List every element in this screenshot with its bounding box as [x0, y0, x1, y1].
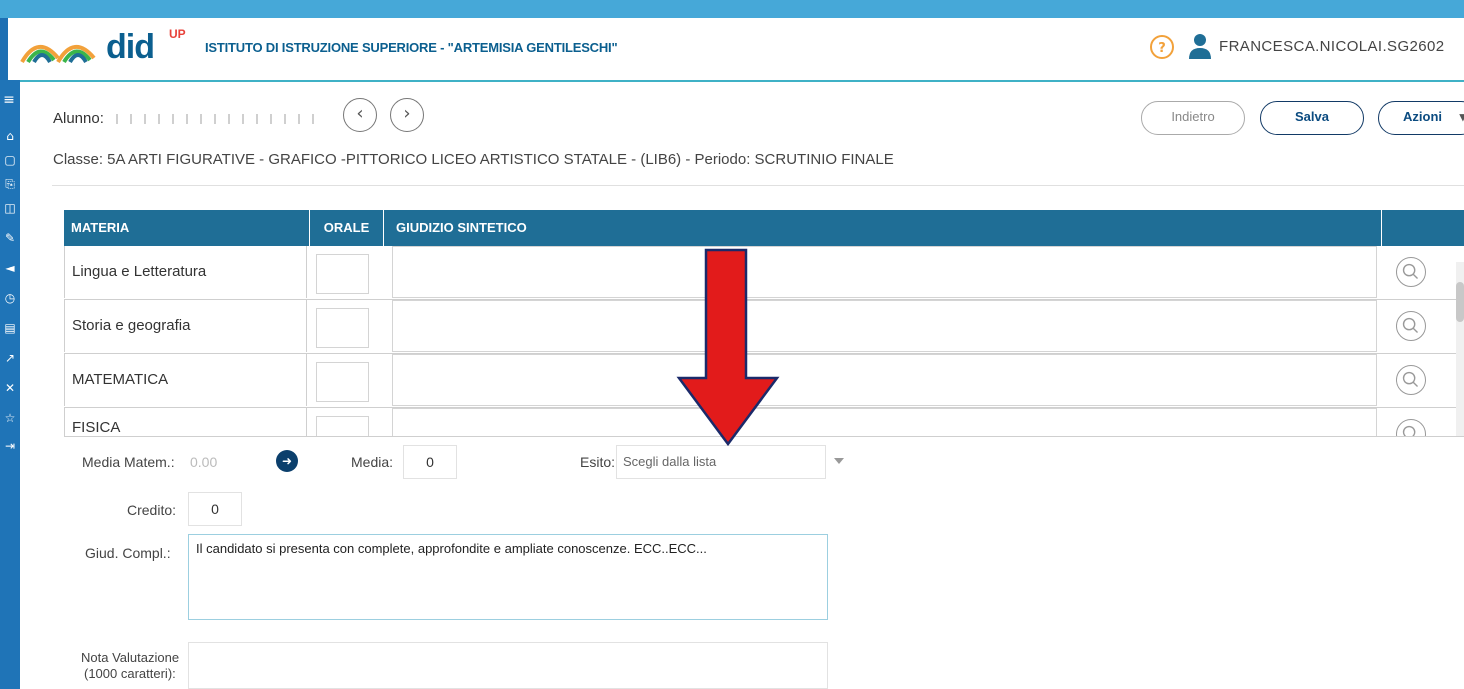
chevron-down-icon[interactable]: [834, 458, 844, 464]
orale-input[interactable]: [316, 416, 369, 436]
share-icon[interactable]: ↗: [2, 350, 18, 366]
calendar-icon[interactable]: ▢: [2, 152, 18, 168]
chevron-down-icon: ▾: [1459, 109, 1464, 124]
orale-input[interactable]: [316, 362, 369, 402]
user-icon: [1189, 34, 1211, 59]
search-icon[interactable]: [1396, 257, 1426, 287]
app-window: did UP ISTITUTO DI ISTRUZIONE SUPERIORE …: [0, 18, 1464, 689]
giudizio-input[interactable]: [392, 354, 1377, 406]
username[interactable]: FRANCESCA.NICOLAI.SG2602: [1219, 38, 1445, 55]
back-button[interactable]: Indietro: [1141, 101, 1245, 135]
subject-name: Lingua e Letteratura: [64, 246, 307, 298]
previous-student-button[interactable]: ‹: [343, 98, 377, 132]
media-matem-value: 0.00: [190, 454, 218, 470]
credito-field[interactable]: 0: [188, 492, 242, 526]
divider: [52, 185, 1464, 186]
nota-label-line1: Nota Valutazione: [81, 650, 180, 665]
megaphone-icon[interactable]: ◄: [2, 260, 18, 276]
actions-button[interactable]: Azioni ▾: [1378, 101, 1464, 135]
app-header: did UP ISTITUTO DI ISTRUZIONE SUPERIORE …: [8, 18, 1464, 82]
orale-input[interactable]: [316, 308, 369, 348]
exit-icon[interactable]: ⇥: [2, 438, 18, 454]
side-navigation: ≡ ⌂ ▢ ⎘ ◫ ✎ ◄ ◷ ▤ ↗ ✕ ☆ ⇥: [0, 80, 20, 689]
book-icon[interactable]: ◫: [2, 200, 18, 216]
media-field[interactable]: 0: [403, 445, 457, 479]
annotation-arrow-icon: [676, 248, 780, 446]
home-icon[interactable]: ⌂: [2, 128, 18, 144]
giudizio-input[interactable]: [392, 246, 1377, 298]
menu-icon[interactable]: ≡: [1, 92, 17, 108]
tools-icon[interactable]: ✕: [2, 380, 18, 396]
chevron-right-icon: ›: [403, 103, 411, 124]
next-student-button[interactable]: ›: [390, 98, 424, 132]
subject-name: FISICA: [64, 408, 307, 436]
class-info: Classe: 5A ARTI FIGURATIVE - GRAFICO -PI…: [53, 151, 894, 168]
col-orale: ORALE: [310, 210, 384, 246]
register-icon[interactable]: ⎘: [2, 176, 18, 192]
giudizio-input[interactable]: [392, 408, 1377, 436]
esito-label: Esito:: [580, 454, 616, 470]
grades-icon[interactable]: ✎: [2, 230, 18, 246]
nota-label-line2: (1000 caratteri):: [84, 666, 176, 681]
media-matem-label: Media Matem.:: [82, 454, 175, 470]
save-button[interactable]: Salva: [1260, 101, 1364, 135]
browser-top-strip: [0, 0, 1464, 18]
esito-select[interactable]: Scegli dalla lista: [616, 445, 826, 479]
orale-input[interactable]: [316, 254, 369, 294]
nota-valutazione-textarea[interactable]: [188, 642, 828, 689]
col-actions: [1382, 210, 1464, 246]
search-icon[interactable]: [1396, 419, 1426, 436]
student-label: Alunno:: [53, 110, 104, 127]
giud-compl-label: Giud. Compl.:: [85, 545, 171, 561]
chevron-left-icon: ‹: [356, 103, 364, 124]
school-name: ISTITUTO DI ISTRUZIONE SUPERIORE - "ARTE…: [205, 40, 618, 55]
col-materia: MATERIA: [64, 210, 310, 246]
help-icon[interactable]: ?: [1150, 35, 1174, 59]
student-name-redacted: [116, 114, 327, 125]
student-line: Alunno:: [53, 110, 327, 127]
table-scrollbar[interactable]: [1456, 262, 1464, 437]
col-giudizio: GIUDIZIO SINTETICO: [384, 210, 1382, 246]
giud-compl-textarea[interactable]: Il candidato si presenta con complete, a…: [188, 534, 828, 620]
arrow-right-icon[interactable]: ➜: [276, 450, 298, 472]
printer-icon[interactable]: ▤: [2, 320, 18, 336]
actions-label: Azioni: [1403, 109, 1442, 124]
giudizio-input[interactable]: [392, 300, 1377, 352]
media-label: Media:: [351, 454, 394, 470]
star-icon[interactable]: ☆: [2, 410, 18, 426]
scrollbar-thumb[interactable]: [1456, 282, 1464, 322]
logo-arcs-icon: [20, 45, 96, 64]
search-icon[interactable]: [1396, 311, 1426, 341]
subject-name: Storia e geografia: [64, 300, 307, 352]
subject-name: MATEMATICA: [64, 354, 307, 406]
search-icon[interactable]: [1396, 365, 1426, 395]
credito-label: Credito:: [127, 502, 177, 518]
logo-superscript: UP: [169, 27, 186, 41]
logo-text: did: [106, 28, 155, 66]
table-header: MATERIA ORALE GIUDIZIO SINTETICO: [64, 210, 1464, 246]
clock-icon[interactable]: ◷: [2, 290, 18, 306]
